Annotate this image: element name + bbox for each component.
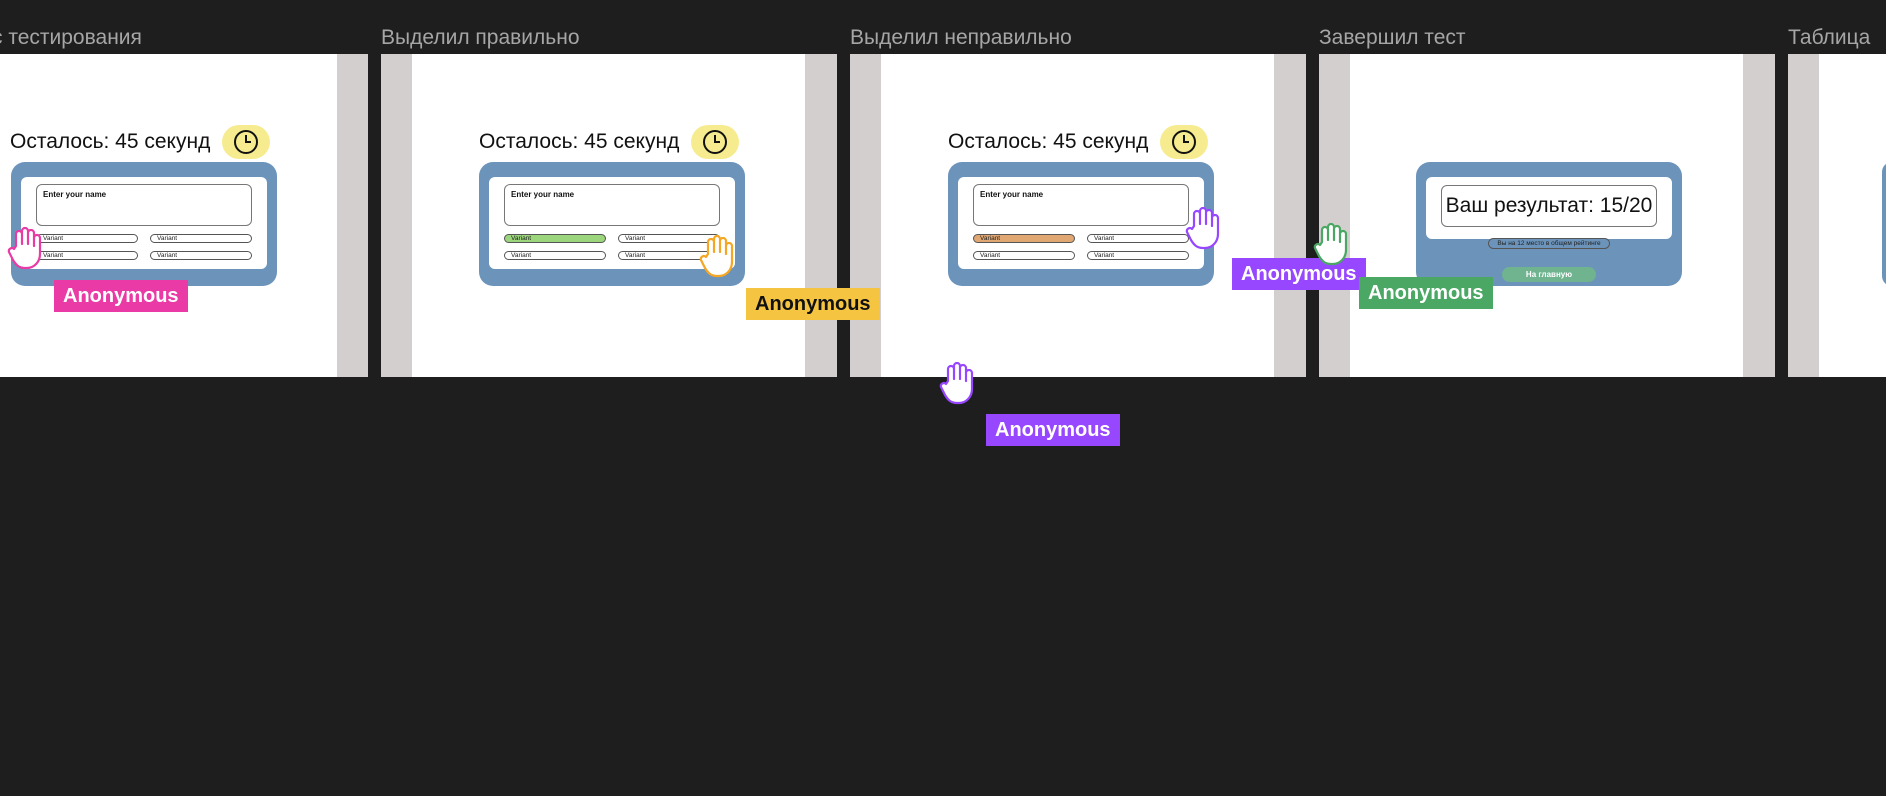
frame-left-stripe (1788, 54, 1819, 377)
frame-left-stripe (1319, 54, 1350, 377)
variant-option[interactable]: Variant (504, 251, 606, 260)
hand-cursor-icon (1313, 222, 1348, 266)
variant-option[interactable]: Variant (1087, 234, 1189, 243)
variant-option[interactable]: Variant (36, 234, 138, 243)
variant-option-correct[interactable]: Variant (504, 234, 606, 243)
cursor-label: Anonymous (746, 288, 880, 320)
cursor-label: Anonymous (54, 280, 188, 312)
result-card-inner: Ваш результат: 15/20 Вы на 12 место в об… (1416, 177, 1682, 282)
variant-option[interactable]: Variant (1087, 251, 1189, 260)
name-input[interactable]: Enter your name (973, 184, 1189, 226)
clock-icon (222, 125, 271, 159)
frame-right-stripe (1743, 54, 1775, 377)
name-input[interactable]: Enter your name (504, 184, 720, 226)
variant-option[interactable]: Variant (150, 234, 252, 243)
frame-table[interactable] (1788, 54, 1886, 377)
frame-title-finished[interactable]: Завершил тест (1319, 24, 1466, 52)
frame-right-stripe (337, 54, 368, 377)
variant-option[interactable]: Variant (150, 251, 252, 260)
table-card-edge (1882, 162, 1886, 286)
frame-correct[interactable]: Осталось: 45 секунд Enter your name Vari… (381, 54, 837, 377)
score-text: Ваш результат: 15/20 (1441, 185, 1657, 227)
timer-text: Осталось: 45 секунд (10, 130, 211, 153)
timer-row: Осталось: 45 секунд (10, 125, 271, 159)
frame-left-stripe (850, 54, 881, 377)
cursor-label: Anonymous (1359, 277, 1493, 309)
hand-cursor-icon (1185, 206, 1220, 250)
home-button[interactable]: На главную (1502, 267, 1596, 282)
timer-text: Осталось: 45 секунд (479, 130, 680, 153)
hand-cursor-icon (7, 226, 42, 270)
rank-text: Вы на 12 место в общем рейтинге (1488, 238, 1610, 249)
hand-cursor-icon (939, 361, 974, 405)
frame-title-table[interactable]: Таблица (1788, 24, 1870, 52)
frame-finished[interactable]: Ваш результат: 15/20 Вы на 12 место в об… (1319, 54, 1775, 377)
timer-row: Осталось: 45 секунд (948, 125, 1209, 159)
name-input[interactable]: Enter your name (36, 184, 252, 226)
hand-cursor-icon (699, 234, 734, 278)
clock-icon (691, 125, 740, 159)
timer-text: Осталось: 45 секунд (948, 130, 1149, 153)
variant-option[interactable]: Variant (973, 251, 1075, 260)
frame-title-wrong[interactable]: Выделил неправильно (850, 24, 1072, 52)
quiz-card: Enter your name Variant Variant Variant … (948, 162, 1214, 286)
frame-title-correct[interactable]: Выделил правильно (381, 24, 580, 52)
variant-option[interactable]: Variant (36, 251, 138, 260)
timer-row: Осталось: 45 секунд (479, 125, 740, 159)
quiz-card: Enter your name Variant Variant Variant … (11, 162, 277, 286)
frame-wrong[interactable]: Осталось: 45 секунд Enter your name Vari… (850, 54, 1306, 377)
frame-testing[interactable]: Осталось: 45 секунд Enter your name Vari… (0, 54, 368, 377)
frame-left-stripe (381, 54, 412, 377)
quiz-card-inner: Enter your name Variant Variant Variant … (21, 177, 267, 269)
frame-right-stripe (1274, 54, 1306, 377)
variant-option-wrong[interactable]: Variant (973, 234, 1075, 243)
clock-icon (1160, 125, 1209, 159)
cursor-label: Anonymous (986, 414, 1120, 446)
quiz-card-inner: Enter your name Variant Variant Variant … (958, 177, 1204, 269)
result-card: Ваш результат: 15/20 Вы на 12 место в об… (1416, 162, 1682, 286)
frame-title-testing[interactable]: с тестирования (0, 24, 142, 52)
frame-right-stripe (805, 54, 837, 377)
